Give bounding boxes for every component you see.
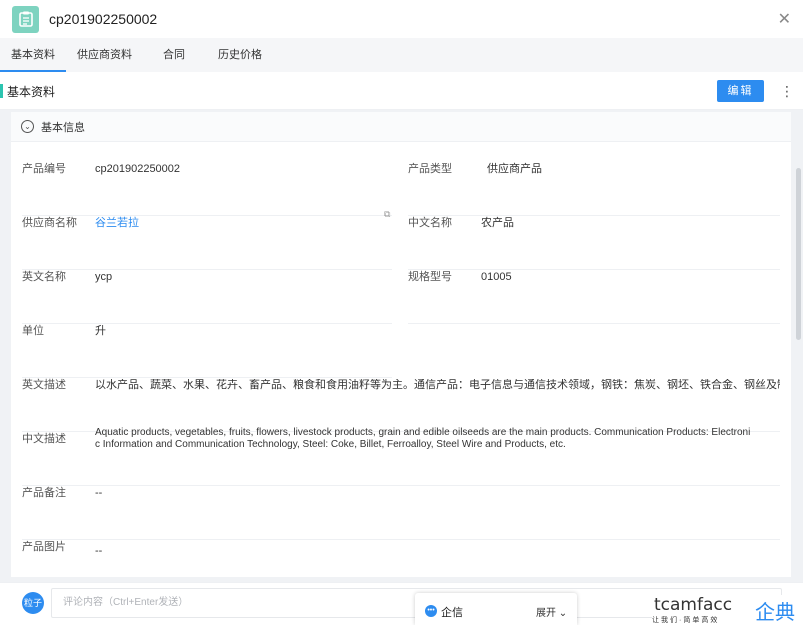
field-label: 中文名称 xyxy=(408,217,452,229)
tab-price-history[interactable]: 历史价格 xyxy=(207,38,273,72)
field-value: -- xyxy=(95,487,103,499)
field-value: 01005 xyxy=(481,271,512,283)
tab-basic-info[interactable]: 基本资料 xyxy=(0,38,66,72)
field-label: 供应商名称 xyxy=(22,217,77,229)
field-value: -- xyxy=(95,545,103,557)
section-accent xyxy=(0,84,3,98)
section-title: 基本资料 xyxy=(7,85,56,99)
field-product-type: 产品类型 供应商产品 xyxy=(408,162,780,216)
field-value-line2: c Information and Communication Technolo… xyxy=(95,439,566,450)
watermark: tcamfacc 企典 让我们·简单高效 xyxy=(652,595,803,625)
field-product-no: 产品编号 cp201902250002 xyxy=(22,162,392,216)
field-value: 供应商产品 xyxy=(487,163,542,175)
field-label: 规格型号 xyxy=(408,271,452,283)
chat-icon: ••• xyxy=(425,605,437,617)
field-value: 以水产品、蔬菜、水果、花卉、畜产品、粮食和食用油籽等为主。通信产品：电子信息与通… xyxy=(95,379,780,391)
edit-button[interactable]: 编辑 xyxy=(717,80,764,102)
chevron-down-icon: ⌄ xyxy=(558,608,568,619)
field-cn-name: 中文名称 农产品 xyxy=(408,216,780,270)
chevron-down-icon[interactable]: ⌄ xyxy=(21,120,34,133)
field-value: ycp xyxy=(95,271,113,283)
close-icon[interactable]: ✕ xyxy=(778,9,791,29)
field-value-line1: Aquatic products, vegetables, fruits, fl… xyxy=(95,427,751,438)
field-label: 英文名称 xyxy=(22,271,66,283)
copy-icon[interactable]: ⧉ xyxy=(384,209,390,220)
field-label: 单位 xyxy=(22,325,44,337)
field-label: 产品备注 xyxy=(22,487,66,499)
expand-button[interactable]: 展开 ⌄ xyxy=(536,604,567,619)
field-value: cp201902250002 xyxy=(95,163,181,175)
field-label: 中文描述 xyxy=(22,433,66,445)
field-label: 产品图片 xyxy=(22,541,66,553)
supplier-link[interactable]: 谷兰若拉 xyxy=(95,217,139,229)
page-title: cp201902250002 xyxy=(49,11,158,27)
watermark-tagline: 让我们·简单高效 xyxy=(652,617,720,624)
tab-contract[interactable]: 合同 xyxy=(143,38,207,72)
detail-panel: ⌄ 基本信息 产品编号 cp201902250002 产品类型 供应商产品 供应… xyxy=(11,112,791,577)
field-label: 产品编号 xyxy=(22,163,66,175)
more-vertical-icon[interactable]: ⋮ xyxy=(780,80,794,102)
tab-bar: 基本资料 供应商资料 合同 历史价格 xyxy=(0,38,803,72)
field-spec: 规格型号 01005 xyxy=(408,270,780,324)
tab-supplier-info[interactable]: 供应商资料 xyxy=(66,38,143,72)
field-supplier: 供应商名称 谷兰若拉 ⧉ xyxy=(22,209,392,270)
field-en-name: 英文名称 ycp xyxy=(22,270,392,324)
field-label: 产品类型 xyxy=(408,163,452,175)
field-en-desc: 英文描述 以水产品、蔬菜、水果、花卉、畜产品、粮食和食用油籽等为主。通信产品：电… xyxy=(22,378,780,432)
clipboard-icon xyxy=(12,5,39,33)
field-label: 英文描述 xyxy=(22,379,66,391)
watermark-cn: 企典 xyxy=(755,602,795,624)
field-unit: 单位 升 xyxy=(22,324,392,378)
field-image: 产品图片 -- xyxy=(22,540,780,577)
scrollbar[interactable] xyxy=(796,168,801,340)
field-cn-desc: 中文描述 Aquatic products, vegetables, fruit… xyxy=(22,427,780,486)
field-remark: 产品备注 -- xyxy=(22,486,780,540)
watermark-brand: tcamfacc xyxy=(654,595,733,615)
qixin-widget[interactable]: ••• 企信 展开 ⌄ xyxy=(415,593,577,625)
avatar: 粒子 xyxy=(22,592,44,614)
field-value: 农产品 xyxy=(481,217,514,229)
qixin-label: 企信 xyxy=(441,607,463,619)
section-header: 基本资料 编辑 ⋮ xyxy=(0,72,803,110)
field-value: 升 xyxy=(95,325,106,337)
group-header[interactable]: ⌄ 基本信息 xyxy=(11,112,791,142)
expand-label: 展开 xyxy=(536,608,556,619)
group-title: 基本信息 xyxy=(41,121,85,134)
dialog-header: cp201902250002 ✕ xyxy=(0,0,803,38)
